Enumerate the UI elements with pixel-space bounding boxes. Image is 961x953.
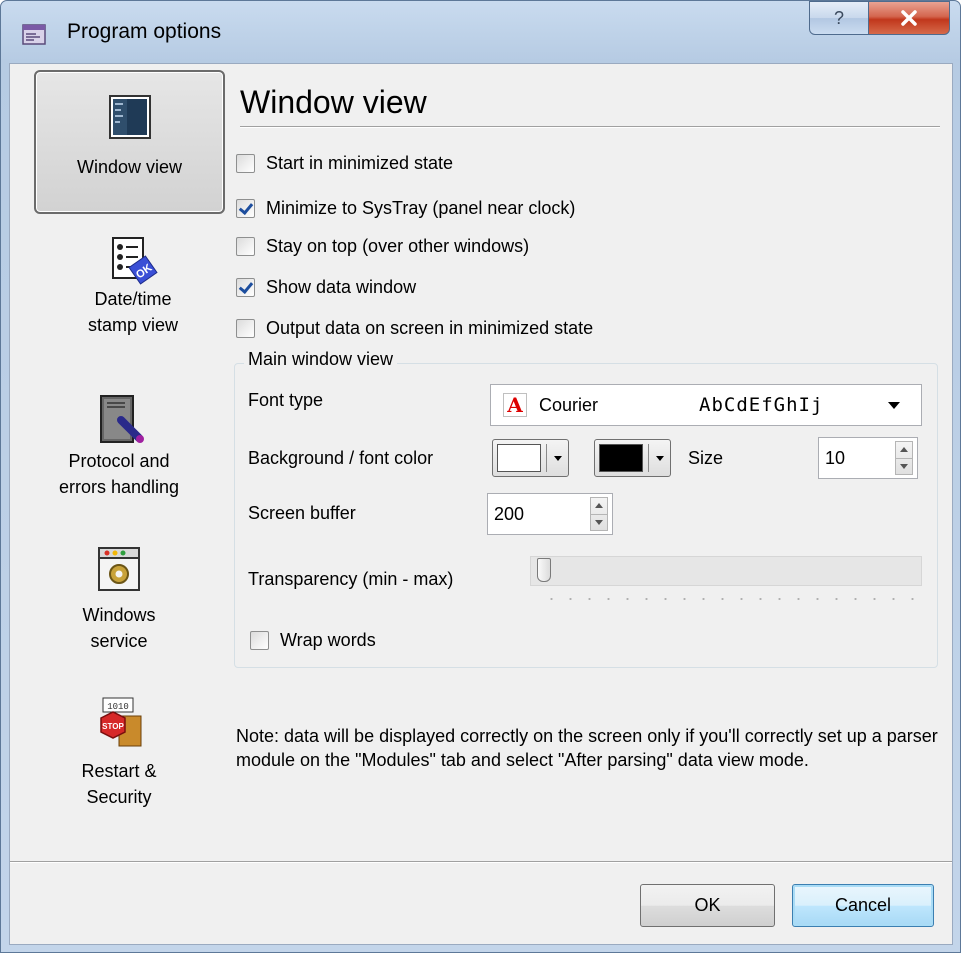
restart-security-icon: 1010 STOP [100, 697, 142, 747]
checkbox-label: Output data on screen in minimized state [266, 317, 594, 338]
nav-label-date-time-stamp-view: Date/time stamp view [87, 289, 179, 335]
dialog-client-area: Window view OK Date/time stamp view Prot… [9, 63, 953, 945]
start-minimized-checkbox[interactable]: Start in minimized state [236, 150, 453, 176]
close-button[interactable] [868, 1, 950, 35]
date-time-stamp-icon: OK [112, 237, 158, 285]
split-divider [648, 444, 649, 472]
protocol-errors-icon [100, 395, 144, 443]
app-icon [22, 24, 46, 45]
background-font-color-label: Background / font color [248, 448, 434, 468]
background-color-picker[interactable] [492, 439, 569, 477]
slider-ticks [542, 596, 922, 602]
page-title: Window view [240, 84, 427, 120]
font-size-value[interactable]: 10 [819, 448, 895, 469]
title-divider [240, 126, 940, 128]
transparency-slider-track[interactable] [530, 556, 922, 586]
svg-text:STOP: STOP [102, 722, 124, 731]
group-legend: Main window view [244, 349, 398, 370]
checkbox-box[interactable] [236, 277, 255, 297]
cancel-button[interactable]: Cancel [792, 884, 934, 927]
font-color-picker[interactable] [594, 439, 671, 477]
ok-button[interactable]: OK [640, 884, 775, 927]
spin-down-icon[interactable] [591, 513, 607, 531]
nav-label-protocol-and-errors: Protocol and errors handling [58, 451, 180, 497]
font-type-label: Font type [248, 390, 324, 410]
checkbox-box[interactable] [250, 630, 269, 650]
font-size-stepper[interactable]: 10 [818, 437, 918, 479]
screen-buffer-stepper[interactable]: 200 [487, 493, 613, 535]
chevron-down-icon [656, 455, 664, 461]
checkbox-box[interactable] [236, 236, 255, 256]
background-color-swatch [497, 444, 541, 472]
split-divider [546, 444, 547, 472]
font-type-select[interactable]: A Courier AbCdEfGhIj [490, 384, 922, 426]
screen-buffer-label: Screen buffer [248, 503, 356, 523]
window-view-icon [108, 95, 151, 139]
transparency-label: Transparency (min - max) [248, 569, 454, 589]
font-sample: AbCdEfGhIj [699, 394, 824, 416]
nav-item-restart-security[interactable]: 1010 STOP Restart & Security [14, 696, 224, 810]
checkbox-label: Start in minimized state [266, 152, 454, 173]
nav-label-window-view: Window view [76, 157, 183, 177]
program-options-window: Program options ? Window view OK Date/ti… [0, 0, 961, 953]
spin-buttons[interactable] [895, 441, 913, 475]
windows-service-icon [98, 547, 140, 591]
window-title: Program options [67, 20, 222, 43]
screen-buffer-value[interactable]: 200 [488, 504, 590, 525]
nav-label-windows-service: Windows service [82, 605, 156, 651]
wrap-words-checkbox[interactable]: Wrap words [250, 627, 376, 653]
title-bar: Program options ? [1, 1, 960, 63]
minimize-to-systray-checkbox[interactable]: Minimize to SysTray (panel near clock) [236, 195, 575, 221]
svg-text:1010: 1010 [107, 702, 129, 712]
help-button[interactable]: ? [809, 1, 869, 35]
font-type-icon: A [503, 393, 527, 417]
nav-item-protocol-and-errors[interactable]: Protocol and errors handling [14, 394, 224, 500]
nav-label-restart-security: Restart & Security [81, 761, 157, 807]
font-name: Courier [539, 394, 599, 415]
checkbox-label: Minimize to SysTray (panel near clock) [266, 197, 576, 218]
checkbox-label: Stay on top (over other windows) [266, 235, 530, 256]
help-icon: ? [834, 8, 844, 28]
stay-on-top-checkbox[interactable]: Stay on top (over other windows) [236, 233, 529, 259]
nav-item-window-view[interactable]: Window view [34, 70, 225, 214]
show-data-window-checkbox[interactable]: Show data window [236, 274, 416, 300]
checkbox-label: Wrap words [280, 629, 376, 650]
note-text: Note: data will be displayed correctly o… [236, 726, 938, 770]
transparency-slider-thumb[interactable] [537, 558, 551, 582]
checkbox-box[interactable] [236, 153, 255, 173]
chevron-down-icon [554, 455, 562, 461]
font-color-swatch [599, 444, 643, 472]
checkbox-box[interactable] [236, 318, 255, 338]
output-data-minimized-checkbox[interactable]: Output data on screen in minimized state [236, 315, 593, 341]
spin-up-icon[interactable] [591, 498, 607, 514]
checkbox-box[interactable] [236, 198, 255, 218]
spin-buttons[interactable] [590, 497, 608, 531]
footer-divider [10, 861, 952, 863]
close-icon [901, 10, 917, 26]
svg-text:?: ? [834, 8, 844, 28]
chevron-down-icon[interactable] [888, 401, 900, 409]
nav-item-date-time-stamp-view[interactable]: OK Date/time stamp view [28, 236, 238, 338]
checkbox-label: Show data window [266, 276, 417, 297]
spin-down-icon[interactable] [896, 457, 912, 475]
nav-item-windows-service[interactable]: Windows service [14, 546, 224, 654]
size-label: Size [688, 448, 724, 468]
spin-up-icon[interactable] [896, 442, 912, 458]
